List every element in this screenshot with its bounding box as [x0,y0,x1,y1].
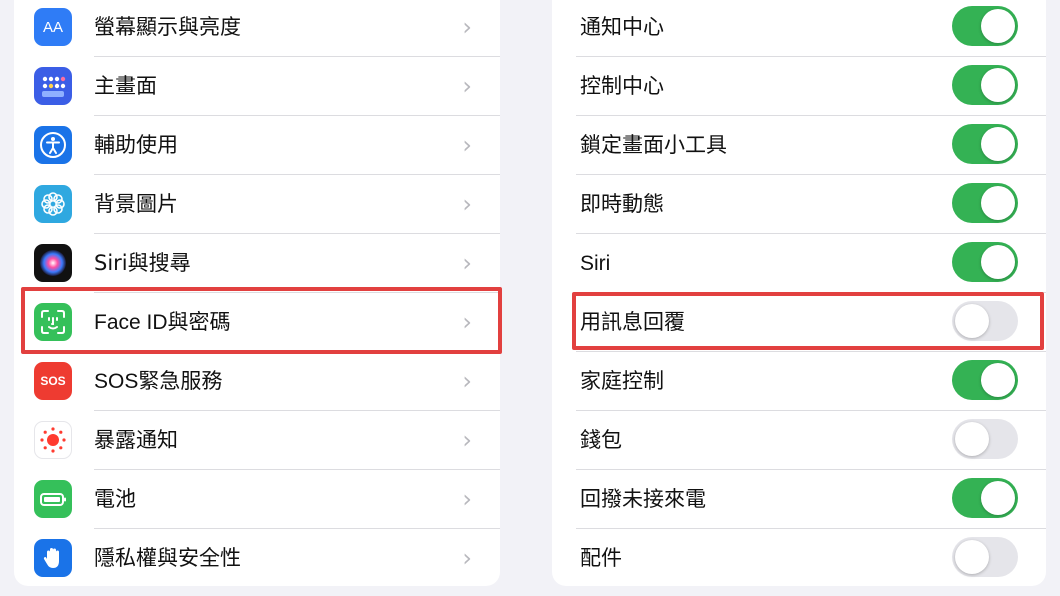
menu-item-privacy-security[interactable]: 隱私權與安全性 › [14,529,500,586]
settings-menu-list: AA 螢幕顯示與亮度 › 主畫面 › 輔助使用 › 背景圖片 › Siri與搜尋… [14,0,500,586]
live-activities-switch[interactable] [952,183,1018,223]
accessories-switch[interactable] [952,537,1018,577]
toggle-label: 控制中心 [580,74,664,98]
toggle-label: 鎖定畫面小工具 [580,133,727,157]
switch-knob [955,422,989,456]
chevron-right-icon: › [462,544,472,572]
menu-item-siri[interactable]: Siri與搜尋 › [14,234,500,293]
menu-item-label: SOS緊急服務 [94,370,223,393]
menu-item-label: 電池 [94,487,136,511]
sos-icon: SOS [34,362,72,400]
toggle-row-lock-screen-widgets: 鎖定畫面小工具 [552,116,1046,175]
reply-with-message-switch[interactable] [952,301,1018,341]
menu-item-battery[interactable]: 電池 › [14,470,500,529]
return-missed-calls-switch[interactable] [952,478,1018,518]
switch-knob [955,304,989,338]
menu-item-exposure-notifications[interactable]: 暴露通知 › [14,411,500,470]
toggle-label: 回撥未接來電 [580,487,706,511]
menu-item-label: Siri與搜尋 [94,251,191,275]
toggle-label: 即時動態 [580,192,664,216]
notification-center-switch[interactable] [952,6,1018,46]
toggle-label: Siri [580,252,611,275]
toggle-row-accessories: 配件 [552,529,1046,586]
chevron-right-icon: › [462,13,472,41]
siri-icon [34,244,72,282]
menu-item-label: 主畫面 [94,74,157,98]
toggle-row-reply-with-message: 用訊息回覆 [552,293,1046,352]
menu-item-home-screen[interactable]: 主畫面 › [14,57,500,116]
siri-switch[interactable] [952,242,1018,282]
switch-knob [981,245,1015,279]
toggle-label: 通知中心 [580,15,664,39]
chevron-right-icon: › [462,308,472,336]
chevron-right-icon: › [462,249,472,277]
toggle-row-wallet: 錢包 [552,411,1046,470]
switch-knob [955,540,989,574]
toggle-row-home-control: 家庭控制 [552,352,1046,411]
home-control-switch[interactable] [952,360,1018,400]
wallpaper-icon [34,185,72,223]
display-brightness-icon: AA [34,8,72,46]
exposure-notification-icon [34,421,72,459]
chevron-right-icon: › [462,367,472,395]
toggle-row-live-activities: 即時動態 [552,175,1046,234]
toggle-row-siri: Siri [552,234,1046,293]
switch-knob [981,363,1015,397]
toggle-row-notification-center: 通知中心 [552,0,1046,57]
menu-item-label: Face ID與密碼 [94,311,231,334]
menu-item-label: 輔助使用 [94,133,178,157]
toggle-row-return-missed-calls: 回撥未接來電 [552,470,1046,529]
chevron-right-icon: › [462,190,472,218]
switch-knob [981,127,1015,161]
switch-knob [981,9,1015,43]
lock-screen-access-list: 通知中心 控制中心 鎖定畫面小工具 即時動態 Siri 用訊息回覆 家庭控制 錢… [552,0,1046,586]
menu-item-label: 螢幕顯示與亮度 [94,15,241,39]
toggle-row-control-center: 控制中心 [552,57,1046,116]
switch-knob [981,68,1015,102]
accessibility-icon [34,126,72,164]
face-id-icon [34,303,72,341]
toggle-label: 用訊息回覆 [580,310,685,334]
control-center-switch[interactable] [952,65,1018,105]
battery-icon [34,480,72,518]
lock-screen-widgets-switch[interactable] [952,124,1018,164]
menu-item-wallpaper[interactable]: 背景圖片 › [14,175,500,234]
chevron-right-icon: › [462,485,472,513]
switch-knob [981,481,1015,515]
menu-item-label: 隱私權與安全性 [94,546,241,570]
home-screen-icon [34,67,72,105]
chevron-right-icon: › [462,72,472,100]
privacy-hand-icon [34,539,72,577]
chevron-right-icon: › [462,426,472,454]
menu-item-accessibility[interactable]: 輔助使用 › [14,116,500,175]
menu-item-emergency-sos[interactable]: SOS SOS緊急服務 › [14,352,500,411]
switch-knob [981,186,1015,220]
chevron-right-icon: › [462,131,472,159]
toggle-label: 家庭控制 [580,369,664,393]
toggle-label: 配件 [580,546,622,570]
wallet-switch[interactable] [952,419,1018,459]
menu-item-face-id[interactable]: Face ID與密碼 › [14,293,500,352]
menu-item-label: 背景圖片 [94,192,178,216]
menu-item-label: 暴露通知 [94,428,178,452]
menu-item-display-brightness[interactable]: AA 螢幕顯示與亮度 › [14,0,500,57]
toggle-label: 錢包 [580,428,622,452]
